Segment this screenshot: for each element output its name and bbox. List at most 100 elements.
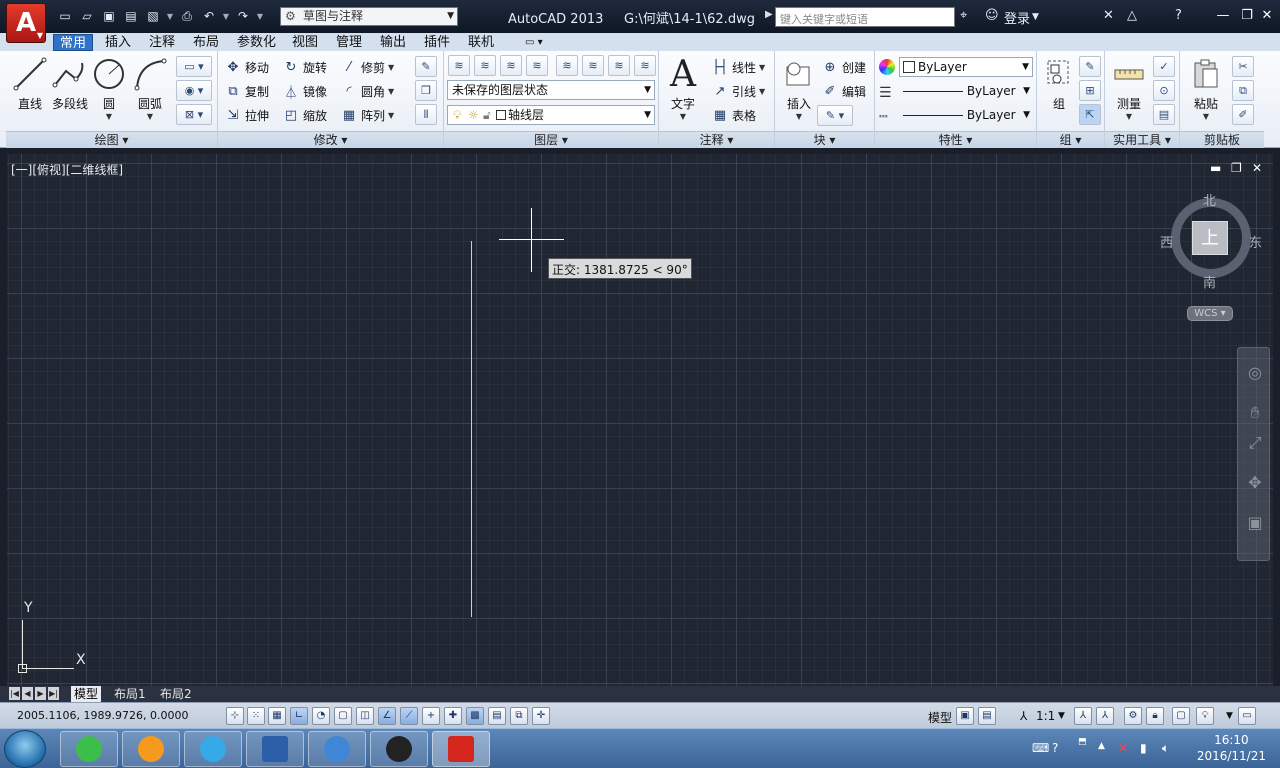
infer-constraints-toggle[interactable]: ⊹	[226, 707, 244, 725]
chevron-down-icon[interactable]: ▼	[1032, 12, 1039, 22]
array-button[interactable]: ▦ 阵列 ▼	[340, 105, 394, 125]
annotation-scale-icon[interactable]: ⅄	[1020, 709, 1027, 723]
open-file-icon[interactable]: ▱	[78, 7, 96, 25]
toolbar-lock-button[interactable]: 🔒︎	[1146, 707, 1164, 725]
chevron-down-icon[interactable]: ▼	[1226, 711, 1233, 721]
copy-clip-button[interactable]: ⧉	[1232, 80, 1254, 101]
tab-manage[interactable]: 管理	[330, 34, 368, 51]
mirror-button[interactable]: ⏃ 镜像	[282, 81, 327, 101]
stretch-button[interactable]: ⇲ 拉伸	[224, 105, 269, 125]
lineweight-select[interactable]: ByLayer ▼	[899, 82, 1033, 102]
circle-button[interactable]: 圆 ▼	[87, 55, 131, 121]
selection-cycling-toggle[interactable]: ⧉	[510, 707, 528, 725]
clipboard-panel-title[interactable]: 剪贴板	[1180, 131, 1264, 148]
fillet-button[interactable]: ◜ 圆角 ▼	[340, 81, 394, 101]
layer-isolate-button[interactable]: ≋	[526, 55, 548, 76]
create-block-button[interactable]: ⊕ 创建	[821, 57, 866, 77]
isolate-objects-button[interactable]: 💡︎	[1196, 707, 1214, 725]
viewport-controls[interactable]: [一][俯视][二维线框]	[11, 161, 123, 178]
cut-button[interactable]: ✂	[1232, 56, 1254, 77]
publish-icon[interactable]: ▧	[144, 7, 162, 25]
id-point-button[interactable]: ⊙	[1153, 80, 1175, 101]
explode-button[interactable]: ❒	[415, 80, 437, 101]
properties-panel-title[interactable]: 特性 ▾	[875, 131, 1036, 148]
tab-view[interactable]: 视图	[286, 34, 324, 51]
compass-east[interactable]: 东	[1249, 232, 1262, 251]
snap-mode-toggle[interactable]: ⁙	[247, 707, 265, 725]
taskbar-app-obs[interactable]	[370, 731, 428, 767]
calculator-button[interactable]: ▤	[1153, 104, 1175, 125]
group-selection-button[interactable]: ⇱	[1079, 104, 1101, 125]
quick-select-button[interactable]: ✓	[1153, 56, 1175, 77]
annotation-panel-title[interactable]: 注释 ▾	[659, 131, 774, 148]
steering-wheel-icon[interactable]: ◎	[1244, 362, 1266, 384]
last-tab-button[interactable]: ▶|	[48, 687, 59, 700]
linetype-select[interactable]: ByLayer ▼	[899, 106, 1033, 126]
keyboard-icon[interactable]: ⌨	[1032, 741, 1049, 755]
binoculars-icon[interactable]: ⌖	[960, 8, 967, 23]
clock[interactable]: 16:10 2016/11/21	[1197, 732, 1266, 764]
block-panel-title[interactable]: 块 ▾	[775, 131, 874, 148]
volume-icon[interactable]: 🔈︎	[1162, 741, 1169, 756]
signal-icon[interactable]: ▮	[1140, 741, 1147, 755]
region-button[interactable]: ⊠ ▾	[176, 104, 212, 125]
draw-panel-title[interactable]: 绘图 ▾	[6, 131, 217, 148]
tab-online[interactable]: 联机	[462, 34, 500, 51]
table-button[interactable]: ▦ 表格	[711, 105, 756, 125]
color-wheel-icon[interactable]	[879, 59, 895, 75]
insert-block-button[interactable]: 插入 ▼	[777, 55, 821, 121]
polyline-button[interactable]: 多段线	[48, 55, 92, 112]
scale-button[interactable]: ◰ 缩放	[282, 105, 327, 125]
workspace-switch-button[interactable]: ⚙	[1124, 707, 1142, 725]
copy-button[interactable]: ⧉ 复制	[224, 81, 269, 101]
move-button[interactable]: ✥ 移动	[224, 57, 269, 77]
print-icon[interactable]: ⎙	[178, 7, 196, 25]
exchange-icon[interactable]: ✕	[1103, 8, 1114, 23]
previous-tab-button[interactable]: ◀	[22, 687, 33, 700]
first-tab-button[interactable]: |◀	[9, 687, 20, 700]
osnap-toggle[interactable]: ▢	[334, 707, 352, 725]
tab-layout1[interactable]: 布局1	[114, 686, 146, 702]
user-icon[interactable]: ☺	[985, 8, 999, 23]
tab-output[interactable]: 输出	[374, 34, 412, 51]
taskbar-app-360[interactable]	[60, 731, 118, 767]
line-button[interactable]: 直线	[8, 55, 52, 112]
rotate-button[interactable]: ↻ 旋转	[282, 57, 327, 77]
model-space-button[interactable]: 模型	[928, 709, 952, 726]
save-icon[interactable]: ▣	[100, 7, 118, 25]
quick-view-layouts-button[interactable]: ▣	[956, 707, 974, 725]
zoom-icon[interactable]: ⤢	[1244, 432, 1266, 454]
help-icon[interactable]: ?	[1175, 8, 1182, 23]
trim-button[interactable]: ⁄ 修剪 ▼	[340, 57, 394, 77]
taskbar-app-browser[interactable]	[184, 731, 242, 767]
restore-button[interactable]: ❐	[1238, 8, 1256, 26]
otrack-toggle[interactable]: ∠	[378, 707, 396, 725]
layer-properties-button[interactable]: ≋	[448, 55, 470, 76]
annotation-scale[interactable]: 1:1	[1036, 709, 1055, 723]
taskbar-app-autocad[interactable]	[432, 731, 490, 767]
ungroup-button[interactable]: ✎	[1079, 56, 1101, 77]
play-icon[interactable]: ▶	[765, 9, 773, 20]
erase-button[interactable]: ✎	[415, 56, 437, 77]
3d-osnap-toggle[interactable]: ◫	[356, 707, 374, 725]
lineweight-toggle[interactable]: ✚	[444, 707, 462, 725]
layer-select[interactable]: 💡︎ ☼ 🔓︎ 轴线层 ▼	[447, 105, 655, 125]
layer-previous-button[interactable]: ≋	[500, 55, 522, 76]
transparency-toggle[interactable]: ▩	[466, 707, 484, 725]
wcs-menu-button[interactable]: WCS ▾	[1187, 306, 1233, 321]
drawing-canvas[interactable]: [一][俯视][二维线框] ▬ ❐ ✕ 正交: 1381.8725 < 90° …	[7, 154, 1273, 686]
hardware-acceleration-button[interactable]: ▢	[1172, 707, 1190, 725]
drawn-line-entity[interactable]	[471, 241, 472, 617]
viewcube-top-face[interactable]: 上	[1192, 221, 1228, 255]
viewport-close-button[interactable]: ✕	[1252, 161, 1262, 175]
save-as-icon[interactable]: ▤	[122, 7, 140, 25]
tab-plugins[interactable]: 插件	[418, 34, 456, 51]
close-button[interactable]: ✕	[1258, 8, 1276, 26]
chevron-down-icon[interactable]: ▼	[166, 7, 174, 25]
paste-button[interactable]: 粘贴 ▼	[1184, 55, 1228, 121]
color-select[interactable]: ByLayer ▼	[899, 57, 1033, 77]
minimize-button[interactable]: —	[1214, 8, 1232, 26]
redo-icon[interactable]: ↷	[234, 7, 252, 25]
undo-icon[interactable]: ↶	[200, 7, 218, 25]
chevron-down-icon[interactable]: ▼	[1058, 711, 1065, 721]
